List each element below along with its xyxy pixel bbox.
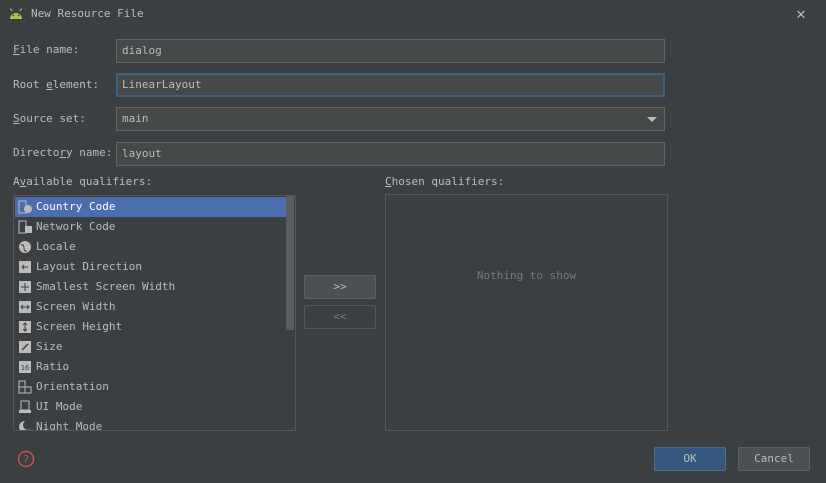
ok-button[interactable]: OK bbox=[654, 447, 726, 471]
list-item-label: Screen Height bbox=[36, 320, 123, 333]
empty-state-text: Nothing to show bbox=[476, 269, 577, 282]
android-icon bbox=[9, 8, 23, 19]
list-item[interactable]: Screen Height bbox=[15, 317, 286, 337]
source-set-value: main bbox=[122, 112, 149, 125]
window-title: New Resource File bbox=[31, 7, 144, 20]
directory-name-input[interactable]: layout bbox=[116, 142, 665, 166]
root-element-input[interactable]: LinearLayout bbox=[116, 73, 665, 97]
list-item[interactable]: Screen Width bbox=[15, 297, 286, 317]
list-item-label: Country Code bbox=[36, 200, 116, 213]
list-item-label: Network Code bbox=[36, 220, 116, 233]
file-name-label: File name: bbox=[13, 43, 80, 56]
help-icon[interactable]: ? bbox=[17, 450, 35, 468]
list-item-label: Layout Direction bbox=[36, 260, 142, 273]
list-item[interactable]: Locale bbox=[15, 237, 286, 257]
list-item[interactable]: 16 Ratio bbox=[15, 357, 286, 377]
screen-height-icon bbox=[19, 321, 31, 333]
list-item-label: Locale bbox=[36, 240, 76, 253]
svg-text:16: 16 bbox=[21, 364, 29, 372]
title-bar: New Resource File ✕ bbox=[0, 0, 826, 28]
available-qualifiers-list[interactable]: Country Code Network Code Locale Layout Dir… bbox=[13, 195, 296, 431]
list-item[interactable]: UI Mode bbox=[15, 397, 286, 417]
list-item[interactable]: Layout Direction bbox=[15, 257, 286, 277]
directory-name-label: Directory name: bbox=[13, 146, 113, 159]
cancel-button[interactable]: Cancel bbox=[738, 447, 810, 471]
list-item-label: UI Mode bbox=[36, 400, 83, 413]
list-item-label: Night Mode bbox=[36, 420, 103, 431]
list-item-label: Ratio bbox=[36, 360, 70, 373]
list-item-label: Orientation bbox=[36, 380, 109, 393]
source-set-label: Source set: bbox=[13, 112, 86, 125]
globe-icon bbox=[19, 241, 31, 253]
size-icon bbox=[19, 341, 31, 353]
remove-qualifier-button[interactable]: << bbox=[304, 305, 376, 329]
root-element-label: Root element: bbox=[13, 78, 100, 91]
list-item-label: Smallest Screen Width bbox=[36, 280, 176, 293]
orientation-icon bbox=[18, 380, 32, 394]
night-mode-icon bbox=[19, 420, 32, 430]
svg-text:?: ? bbox=[23, 453, 29, 466]
chosen-qualifiers-label: Chosen qualifiers: bbox=[385, 175, 505, 188]
list-item[interactable]: Size bbox=[15, 337, 286, 357]
scrollbar-thumb[interactable] bbox=[286, 196, 294, 330]
list-item[interactable]: Night Mode bbox=[15, 417, 286, 431]
list-item[interactable]: Network Code bbox=[15, 217, 286, 237]
list-item[interactable]: Orientation bbox=[15, 377, 286, 397]
list-item[interactable]: Country Code bbox=[15, 197, 286, 217]
chevron-down-icon bbox=[647, 117, 657, 122]
available-qualifiers-label: Available qualifiers: bbox=[13, 175, 153, 188]
list-item-label: Size bbox=[36, 340, 63, 353]
list-item-label: Screen Width bbox=[36, 300, 116, 313]
layout-direction-icon bbox=[19, 261, 31, 273]
ratio-icon: 16 bbox=[19, 361, 31, 373]
source-set-select[interactable]: main bbox=[116, 107, 665, 131]
add-qualifier-button[interactable]: >> bbox=[304, 275, 376, 299]
chosen-qualifiers-list[interactable]: Nothing to show bbox=[385, 194, 668, 431]
country-code-icon bbox=[18, 200, 32, 214]
ui-mode-icon bbox=[19, 400, 31, 413]
close-icon[interactable]: ✕ bbox=[792, 5, 810, 23]
file-name-input[interactable]: dialog bbox=[116, 39, 665, 63]
network-code-icon bbox=[18, 220, 32, 234]
smallest-width-icon bbox=[19, 281, 31, 293]
list-item[interactable]: Smallest Screen Width bbox=[15, 277, 286, 297]
screen-width-icon bbox=[19, 301, 31, 313]
